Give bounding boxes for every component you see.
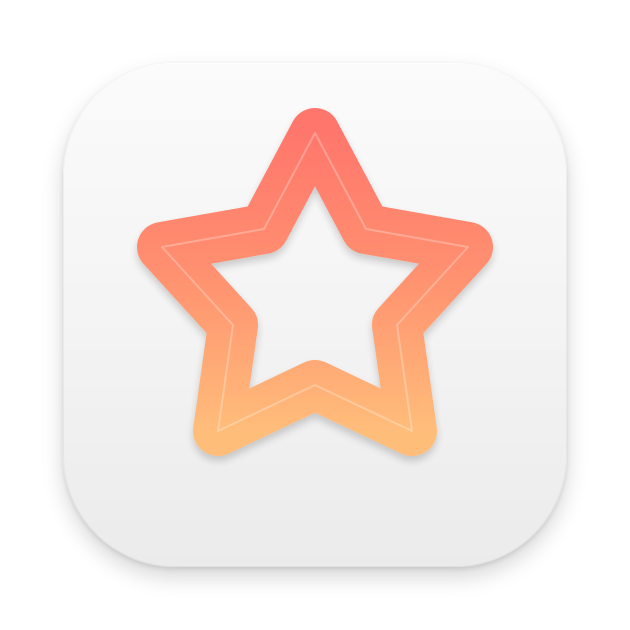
star-outline-icon — [137, 108, 493, 456]
icon-canvas — [0, 0, 630, 630]
app-icon-tile[interactable] — [63, 63, 567, 567]
